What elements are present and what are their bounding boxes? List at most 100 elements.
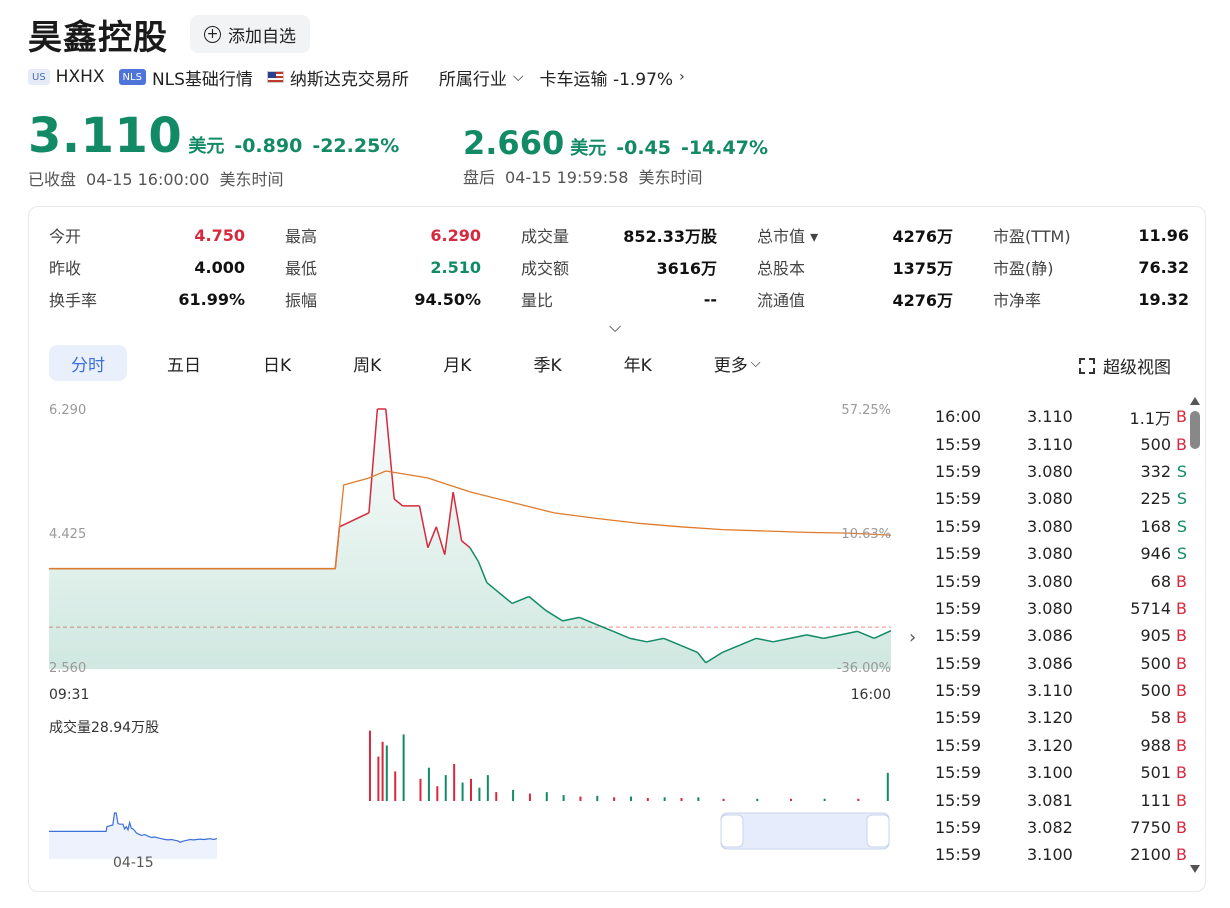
- tick-list[interactable]: 16:00 3.110 1.1万 B 15:59 3.110 500 B 15:59 3.080 3…: [935, 403, 1187, 869]
- tick-dir: B: [1176, 735, 1187, 755]
- industry-value: 卡车运输 -1.97%: [539, 69, 674, 90]
- close-status: 已收盘: [28, 170, 77, 189]
- tick-row: 15:59 3.120 58 B: [935, 704, 1187, 731]
- volume-bar: [486, 775, 489, 801]
- stat-label: 总股本: [757, 259, 806, 278]
- tab-1[interactable]: 五日: [145, 345, 223, 381]
- volume-bar: [646, 798, 649, 801]
- stat-label: 量比: [521, 291, 554, 310]
- tick-time: 15:59: [935, 763, 982, 783]
- tick-dir: B: [1176, 571, 1187, 591]
- intraday-chart[interactable]: 6.290 4.425 2.560 57.25% 10.63% -36.00% …: [49, 397, 892, 877]
- tick-scrollbar[interactable]: [1189, 397, 1201, 877]
- tab-label: 五日: [167, 355, 201, 376]
- tick-vol: 1.1万: [1129, 408, 1171, 428]
- tick-time: 15:59: [935, 735, 982, 755]
- after-hours-price: 2.660: [463, 124, 565, 162]
- tab-4[interactable]: 月K: [421, 345, 493, 381]
- tick-time: 15:59: [935, 461, 982, 481]
- tick-dir: B: [1176, 407, 1187, 427]
- scroll-thumb[interactable]: [1190, 411, 1200, 449]
- tick-time: 15:59: [935, 818, 982, 838]
- tick-time: 15:59: [935, 708, 982, 728]
- stat-value: 61.99%: [178, 289, 245, 309]
- super-view-button[interactable]: 超级视图: [1079, 353, 1171, 378]
- stat-label: 昨收: [49, 259, 82, 278]
- nls-item[interactable]: NLS NLS基础行情: [118, 65, 253, 90]
- add-watchlist-button[interactable]: + 添加自选: [190, 15, 310, 53]
- after-hours-change-pct: -14.47%: [680, 137, 769, 159]
- tick-vol: 58: [1150, 708, 1171, 728]
- x-end-time: 16:00: [850, 687, 891, 703]
- tab-2[interactable]: 日K: [241, 345, 313, 381]
- range-handle-right: [866, 814, 890, 848]
- tick-vol: 332: [1140, 461, 1171, 481]
- tick-row: 15:59 3.100 501 B: [935, 759, 1187, 786]
- tab-label: 季K: [533, 355, 562, 376]
- close-time: 04-15 16:00:00: [86, 170, 210, 189]
- after-hours-change: -0.45: [616, 137, 671, 159]
- scroll-up-icon[interactable]: [1190, 397, 1200, 405]
- stat-value: 3616万: [656, 259, 717, 278]
- stat-label: 市盈(TTM): [993, 227, 1071, 246]
- expand-stats-chevron-icon[interactable]: ⌵: [609, 317, 621, 337]
- tab-7[interactable]: 更多 ⌵: [692, 345, 783, 381]
- chevron-right-icon[interactable]: ›: [909, 627, 916, 648]
- volume-bar: [886, 772, 889, 801]
- stat-cell: 流通值 4276万: [757, 285, 953, 313]
- tick-row: 15:59 3.100 2100 B: [935, 841, 1187, 868]
- tick-price: 3.080: [1027, 489, 1073, 509]
- y-right-tick-mid: 10.63%: [841, 527, 891, 542]
- volume-bar: [680, 798, 683, 801]
- tab-0[interactable]: 分时: [49, 345, 127, 381]
- volume-bar: [381, 741, 384, 801]
- close-change: -0.890: [234, 135, 303, 157]
- tick-price: 3.080: [1027, 516, 1073, 536]
- chevron-down-icon: ⌵: [750, 355, 761, 371]
- industry-link[interactable]: 卡车运输 -1.97% ›: [540, 65, 685, 90]
- scroll-down-icon[interactable]: [1190, 865, 1200, 873]
- tick-dir: S: [1176, 544, 1187, 564]
- tick-vol: 225: [1140, 489, 1171, 509]
- tab-label: 分时: [71, 355, 105, 376]
- volume-bar: [857, 798, 860, 801]
- tick-vol: 988: [1140, 735, 1171, 755]
- tick-time: 15:59: [935, 434, 982, 454]
- stat-value: 11.96: [1138, 225, 1189, 245]
- price-area: [49, 409, 891, 669]
- tick-price: 3.081: [1027, 790, 1073, 810]
- tab-label: 月K: [443, 355, 472, 376]
- tick-row: 16:00 3.110 1.1万 B: [935, 403, 1187, 430]
- stat-cell: 市盈(TTM) 11.96: [993, 221, 1189, 249]
- after-hours-time: 04-15 19:59:58: [505, 168, 629, 187]
- y-left-tick-high: 6.290: [49, 403, 87, 418]
- tab-label: 更多: [713, 355, 748, 376]
- tick-row: 15:59 3.080 225 S: [935, 485, 1187, 512]
- tick-price: 3.110: [1027, 407, 1073, 427]
- meta-row: US HXHX NLS NLS基础行情 纳斯达克交易所 所属行业 ⌵ 卡车运输 …: [28, 64, 699, 90]
- tick-dir: B: [1176, 598, 1187, 618]
- tick-time: 15:59: [935, 845, 982, 865]
- stat-value: --: [703, 289, 717, 309]
- volume-bar: [436, 786, 439, 801]
- tick-time: 16:00: [935, 407, 982, 427]
- tab-6[interactable]: 年K: [602, 345, 674, 381]
- tick-price: 3.080: [1027, 598, 1073, 618]
- volume-bar: [368, 730, 371, 801]
- chart-tabs: 分时 五日 日K 周K 月K 季K 年K 更多 ⌵: [49, 345, 801, 381]
- tick-vol: 2100: [1130, 845, 1171, 865]
- tick-time: 15:59: [935, 626, 982, 646]
- tick-time: 15:59: [935, 598, 982, 618]
- close-tz: 美东时间: [219, 170, 284, 189]
- tab-5[interactable]: 季K: [511, 345, 583, 381]
- industry-label: 所属行业: [438, 69, 507, 90]
- tick-dir: B: [1176, 434, 1187, 454]
- tick-price: 3.120: [1027, 708, 1073, 728]
- stat-label: 最高: [285, 227, 318, 246]
- tab-3[interactable]: 周K: [331, 345, 403, 381]
- stat-cell: 今开 4.750: [49, 221, 245, 249]
- close-unit: 美元: [188, 136, 225, 157]
- industry-dropdown[interactable]: 所属行业 ⌵: [439, 65, 524, 90]
- ticker-item: US HXHX: [28, 67, 105, 87]
- volume-bar: [629, 796, 632, 801]
